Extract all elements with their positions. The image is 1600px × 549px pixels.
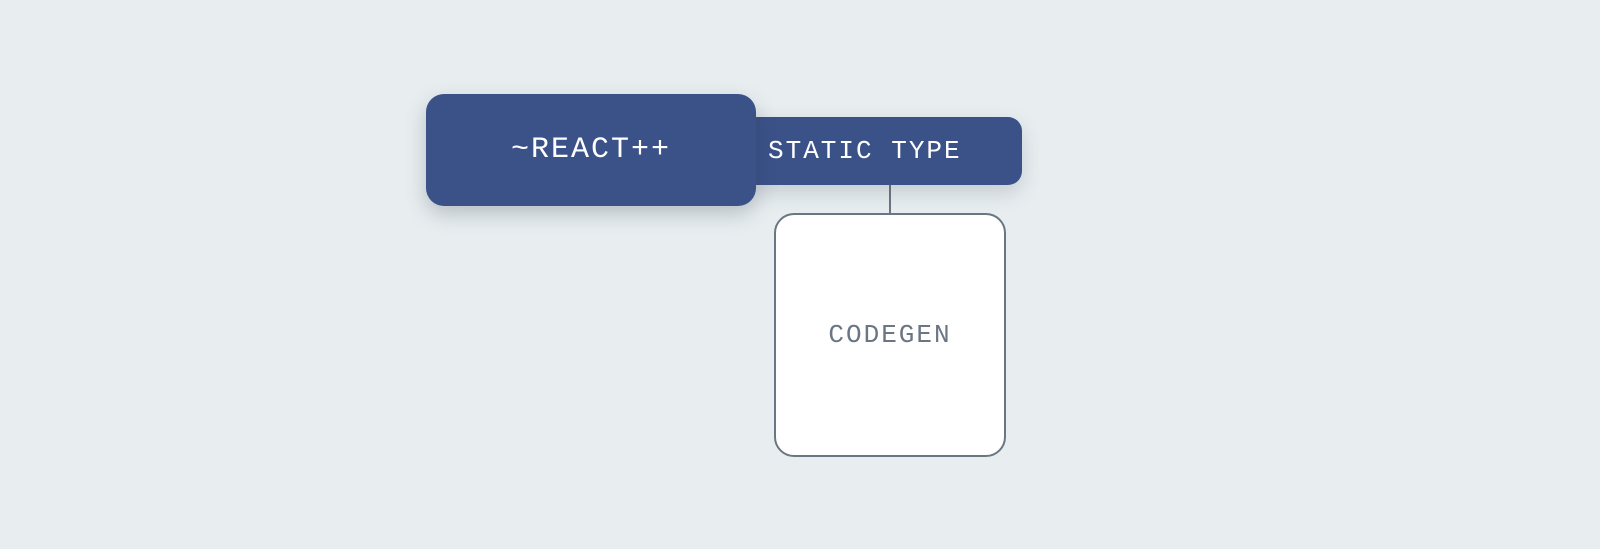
- node-codegen: CODEGEN: [774, 213, 1006, 457]
- connector-static-to-codegen: [889, 185, 891, 215]
- node-react: ~REACT++: [426, 94, 756, 206]
- node-react-label: ~REACT++: [511, 133, 671, 167]
- node-codegen-label: CODEGEN: [828, 320, 951, 350]
- node-static-type-label: STATIC TYPE: [768, 136, 962, 166]
- node-static-type: STATIC TYPE: [744, 117, 1022, 185]
- diagram-canvas: ~REACT++ STATIC TYPE CODEGEN: [0, 0, 1600, 549]
